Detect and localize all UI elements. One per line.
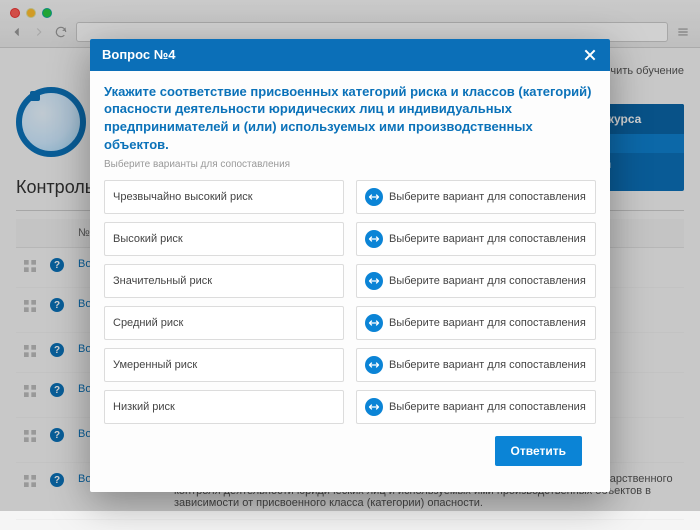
- match-placeholder: Выберите вариант для сопоставления: [389, 191, 586, 203]
- swap-icon: [365, 356, 383, 374]
- match-right-select[interactable]: Выберите вариант для сопоставления: [356, 264, 596, 298]
- match-placeholder: Выберите вариант для сопоставления: [389, 317, 586, 329]
- swap-icon: [365, 188, 383, 206]
- match-placeholder: Выберите вариант для сопоставления: [389, 401, 586, 413]
- question-hint: Выберите варианты для сопоставления: [104, 159, 596, 170]
- match-left-option[interactable]: Высокий риск: [104, 222, 344, 256]
- match-right-select[interactable]: Выберите вариант для сопоставления: [356, 222, 596, 256]
- match-left-option[interactable]: Низкий риск: [104, 390, 344, 424]
- match-left-option[interactable]: Значительный риск: [104, 264, 344, 298]
- match-placeholder: Выберите вариант для сопоставления: [389, 275, 586, 287]
- match-right-select[interactable]: Выберите вариант для сопоставления: [356, 306, 596, 340]
- matching-grid: Чрезвычайно высокий риск Выберите вариант…: [104, 180, 596, 424]
- swap-icon: [365, 314, 383, 332]
- close-icon[interactable]: [582, 47, 598, 63]
- swap-icon: [365, 230, 383, 248]
- match-placeholder: Выберите вариант для сопоставления: [389, 359, 586, 371]
- modal-title: Вопрос №4: [102, 47, 175, 62]
- match-left-option[interactable]: Средний риск: [104, 306, 344, 340]
- match-placeholder: Выберите вариант для сопоставления: [389, 233, 586, 245]
- question-text: Укажите соответствие присвоенных категор…: [104, 83, 596, 153]
- match-right-select[interactable]: Выберите вариант для сопоставления: [356, 390, 596, 424]
- match-left-option[interactable]: Чрезвычайно высокий риск: [104, 180, 344, 214]
- swap-icon: [365, 272, 383, 290]
- question-modal: Вопрос №4 Укажите соответствие присвоенн…: [90, 39, 610, 492]
- match-right-select[interactable]: Выберите вариант для сопоставления: [356, 348, 596, 382]
- match-right-select[interactable]: Выберите вариант для сопоставления: [356, 180, 596, 214]
- swap-icon: [365, 398, 383, 416]
- modal-overlay: Вопрос №4 Укажите соответствие присвоенн…: [0, 0, 700, 511]
- submit-button[interactable]: Ответить: [495, 436, 582, 466]
- match-left-option[interactable]: Умеренный риск: [104, 348, 344, 382]
